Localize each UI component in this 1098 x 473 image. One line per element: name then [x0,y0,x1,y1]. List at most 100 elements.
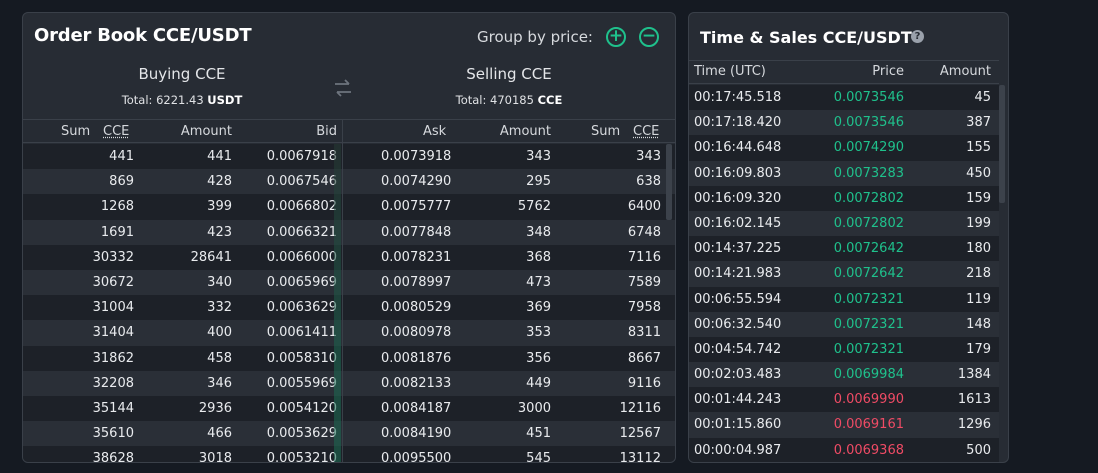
ask-currency-toggle[interactable]: CCE [633,124,659,139]
trade-time: 00:01:44.243 [694,392,782,408]
buying-title: Buying CCE [138,65,226,83]
book-divider [342,119,343,462]
ask-price-cell: 0.0095500 [381,451,452,463]
trade-row: 00:17:18.420 0.0073546 387 [689,110,999,136]
trade-price: 0.0072802 [833,190,904,206]
bid-sum-cell: 31404 [92,325,134,341]
price-header: Price [872,64,904,79]
time-and-sales-scrollbar[interactable] [999,85,1005,203]
ask-price-header: Ask [423,124,447,139]
trade-price: 0.0073546 [833,90,904,105]
ask-sum-cell: 7116 [627,249,661,265]
group-increase-button[interactable]: + [606,27,626,47]
bid-price-cell: 0.0065969 [266,274,337,290]
trade-row: 00:00:04.987 0.0069368 500 [689,437,999,462]
trade-amount: 179 [966,341,991,357]
bid-price-cell: 0.0061411 [266,325,337,341]
trade-row: 00:02:03.483 0.0069984 1384 [689,362,999,388]
trade-time: 00:14:37.225 [694,241,782,257]
help-icon[interactable]: ? [911,30,924,43]
ask-amount-cell: 449 [526,375,551,391]
order-book-title: Order Book CCE/USDT [34,25,252,46]
order-book-row[interactable]: 35610 466 0.0053629 0.0084190 451 12567 [23,421,675,447]
trade-row: 00:16:44.648 0.0074290 155 [689,135,999,161]
order-book-row[interactable]: 35144 2936 0.0054120 0.0084187 3000 12116 [23,395,675,422]
trade-amount: 155 [966,140,991,156]
minus-circle-icon: − [641,26,657,46]
trade-price: 0.0072321 [833,291,904,307]
order-book-row[interactable]: 38628 3018 0.0053210 0.0095500 545 13112 [23,446,675,463]
bid-amount-cell: 400 [207,325,232,341]
order-book-row[interactable]: 869 428 0.0067546 0.0074290 295 638 [23,169,675,195]
buying-total-unit: USDT [207,93,243,107]
order-book-rows: 441 441 0.0067918 0.0073918 343 343 869 428 0.00… [23,144,675,463]
bid-amount-cell: 3018 [198,451,232,463]
trade-row: 00:16:02.145 0.0072802 199 [689,210,999,237]
order-book-scrollbar[interactable] [666,144,672,220]
trade-amount: 218 [966,266,991,282]
group-decrease-button[interactable]: − [639,27,659,47]
trade-amount: 199 [966,215,991,231]
trade-time: 00:14:21.983 [694,266,782,282]
time-and-sales-header: Time (UTC) Price Amount [689,60,999,84]
bid-amount-cell: 28641 [190,249,232,265]
bid-price-cell: 0.0063629 [266,300,337,316]
bid-sum-cell: 30332 [92,249,134,265]
ask-amount-cell: 3000 [517,400,551,416]
trade-price: 0.0069368 [833,442,904,458]
order-book-row[interactable]: 32208 346 0.0055969 0.0082133 449 9116 [23,370,675,396]
ask-sum-cell: 9116 [627,375,661,391]
ask-amount-cell: 5762 [517,199,551,215]
trade-price: 0.0069984 [833,367,904,383]
ask-sum-cell: 7589 [627,274,661,290]
order-book-header: Sum CCE Amount Bid Ask Amount Sum CCE [23,119,675,143]
ask-sum-cell: 12567 [619,426,661,442]
time-header: Time (UTC) [694,64,766,79]
bid-price-cell: 0.0055969 [266,375,337,391]
ask-sum-cell: 8311 [627,325,661,341]
bid-sum-header: Sum [61,124,91,139]
trade-price: 0.0072802 [833,215,904,231]
ask-price-cell: 0.0077848 [381,224,452,240]
ask-amount-cell: 353 [526,325,551,341]
ask-amount-cell: 343 [526,149,551,164]
selling-total: Total: 470185 CCE [379,93,639,107]
bid-sum-cell: 32208 [92,375,134,391]
bid-amount-cell: 399 [207,199,232,215]
bid-sum-cell: 1268 [100,199,134,215]
ask-sum-cell: 12116 [619,400,661,416]
bid-amount-cell: 332 [207,300,232,316]
swap-arrows-icon[interactable] [332,77,354,99]
trade-time: 00:16:09.320 [694,190,782,206]
bid-amount-cell: 441 [207,149,232,164]
time-and-sales-title: Time & Sales CCE/USDT [700,28,912,47]
order-book-row[interactable]: 30672 340 0.0065969 0.0078997 473 7589 [23,269,675,296]
ask-sum-cell: 638 [636,174,661,190]
ask-amount-cell: 348 [526,224,551,240]
amount-header: Amount [939,64,991,79]
bid-amount-cell: 2936 [198,400,232,416]
ask-price-cell: 0.0078231 [381,249,452,265]
ask-price-cell: 0.0074290 [381,174,452,190]
bid-sum-cell: 31004 [92,300,134,316]
trade-price: 0.0072642 [833,266,904,282]
ask-amount-cell: 368 [526,249,551,265]
order-book-row[interactable]: 1691 423 0.0066321 0.0077848 348 6748 [23,219,675,245]
trade-row: 00:16:09.803 0.0073283 450 [689,160,999,186]
trade-price: 0.0074290 [833,140,904,156]
bid-sum-cell: 38628 [92,451,134,463]
trade-price: 0.0072321 [833,316,904,332]
trade-time: 00:01:15.860 [694,417,782,433]
bid-currency-toggle[interactable]: CCE [103,124,129,139]
bid-sum-cell: 35610 [92,426,134,442]
ask-sum-cell: 8667 [627,350,661,366]
order-book-row[interactable]: 31862 458 0.0058310 0.0081876 356 8667 [23,345,675,371]
trade-row: 00:06:55.594 0.0072321 119 [689,286,999,312]
order-book-row[interactable]: 31404 400 0.0061411 0.0080978 353 8311 [23,320,675,346]
order-book-row[interactable]: 31004 332 0.0063629 0.0080529 369 7958 [23,295,675,321]
order-book-row[interactable]: 30332 28641 0.0066000 0.0078231 368 7116 [23,244,675,270]
order-book-row[interactable]: 441 441 0.0067918 0.0073918 343 343 [23,144,675,170]
bid-sum-cell: 869 [109,174,134,190]
order-book-row[interactable]: 1268 399 0.0066802 0.0075777 5762 6400 [23,194,675,220]
bid-amount-header: Amount [180,124,232,139]
